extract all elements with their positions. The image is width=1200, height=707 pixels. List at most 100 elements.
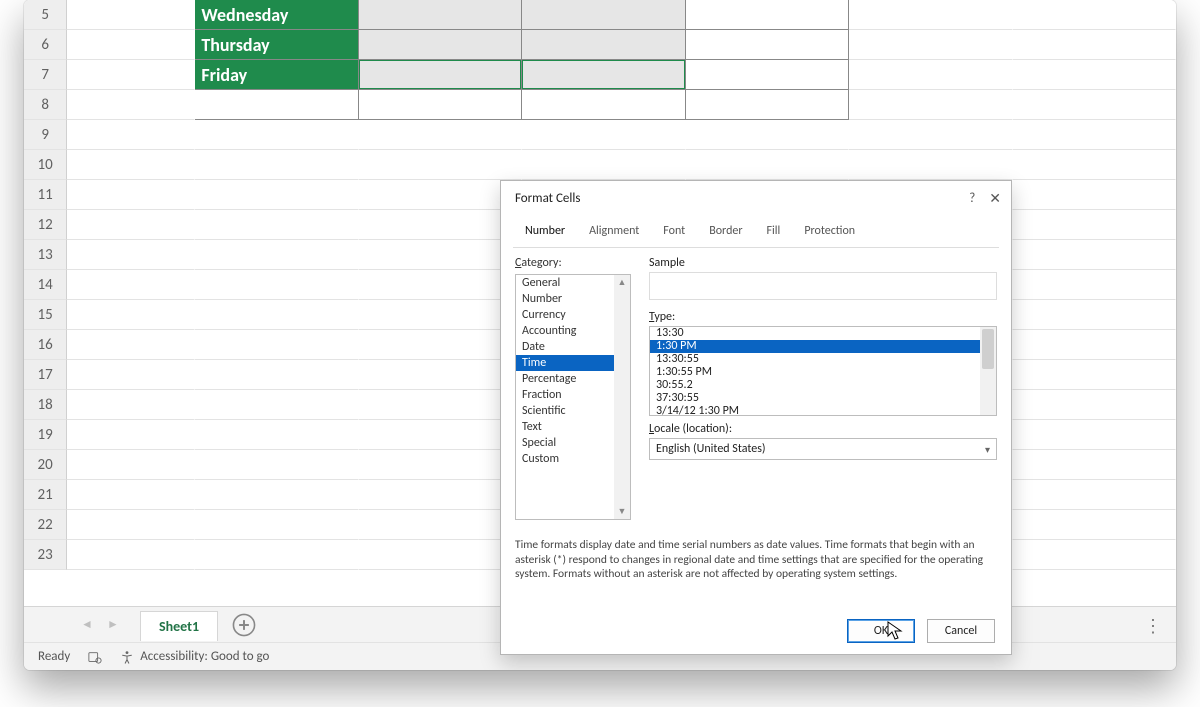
next-sheet-icon[interactable]: ►	[104, 616, 122, 634]
cell[interactable]	[195, 90, 358, 120]
help-icon[interactable]: ?	[969, 191, 975, 206]
ok-button[interactable]: OK	[847, 619, 915, 643]
cell[interactable]	[67, 450, 195, 480]
cell[interactable]	[359, 540, 522, 570]
cell[interactable]	[686, 30, 849, 60]
cell[interactable]	[67, 390, 195, 420]
cell[interactable]	[67, 30, 195, 60]
type-item[interactable]: 30:55.2	[650, 379, 980, 392]
scroll-down-icon[interactable]: ▼	[618, 506, 627, 517]
cell[interactable]	[195, 360, 358, 390]
cell-day[interactable]: Friday	[195, 60, 358, 90]
category-item[interactable]: Percentage	[516, 371, 614, 387]
cell[interactable]	[359, 240, 522, 270]
row-header[interactable]: 22	[24, 510, 67, 540]
category-item[interactable]: Custom	[516, 451, 614, 467]
close-icon[interactable]: ✕	[989, 190, 1001, 207]
tab-font[interactable]: Font	[651, 219, 697, 247]
cell[interactable]	[359, 510, 522, 540]
tab-fill[interactable]: Fill	[755, 219, 793, 247]
cell[interactable]	[67, 120, 195, 150]
cell[interactable]	[686, 0, 849, 30]
cell[interactable]	[67, 270, 195, 300]
cell[interactable]	[67, 360, 195, 390]
scrollbar[interactable]	[980, 327, 996, 415]
cell[interactable]	[1013, 330, 1176, 360]
category-item[interactable]: Fraction	[516, 387, 614, 403]
cell[interactable]	[67, 330, 195, 360]
category-item[interactable]: Number	[516, 291, 614, 307]
cell[interactable]	[67, 480, 195, 510]
row-header[interactable]: 18	[24, 390, 67, 420]
cell[interactable]	[359, 270, 522, 300]
category-item[interactable]: Date	[516, 339, 614, 355]
cell[interactable]	[195, 300, 358, 330]
row-header[interactable]: 13	[24, 240, 67, 270]
cell[interactable]	[359, 360, 522, 390]
cell-selected[interactable]	[522, 60, 685, 90]
cell[interactable]	[359, 420, 522, 450]
tab-alignment[interactable]: Alignment	[577, 219, 651, 247]
row-header[interactable]: 6	[24, 30, 67, 60]
cell[interactable]	[67, 300, 195, 330]
row-header[interactable]: 16	[24, 330, 67, 360]
cell[interactable]	[67, 540, 195, 570]
cell[interactable]	[195, 450, 358, 480]
category-item[interactable]: Scientific	[516, 403, 614, 419]
cell[interactable]	[67, 60, 195, 90]
cell[interactable]	[1013, 450, 1176, 480]
tab-number[interactable]: Number	[513, 219, 577, 247]
cell[interactable]	[1013, 0, 1176, 30]
cell[interactable]	[1013, 420, 1176, 450]
scrollbar[interactable]: ▲ ▼	[614, 275, 630, 519]
cell[interactable]	[359, 480, 522, 510]
type-item[interactable]: 1:30:55 PM	[650, 366, 980, 379]
cell[interactable]	[359, 150, 522, 180]
row-header[interactable]: 19	[24, 420, 67, 450]
add-sheet-button[interactable]	[230, 611, 258, 639]
row-header[interactable]: 5	[24, 0, 67, 30]
row-header[interactable]: 12	[24, 210, 67, 240]
cell[interactable]	[67, 210, 195, 240]
cell[interactable]	[67, 240, 195, 270]
cell[interactable]	[195, 270, 358, 300]
cell[interactable]	[1013, 480, 1176, 510]
cell[interactable]	[359, 330, 522, 360]
cell[interactable]	[67, 90, 195, 120]
row-header[interactable]: 17	[24, 360, 67, 390]
cell[interactable]	[686, 90, 849, 120]
cell[interactable]	[195, 480, 358, 510]
cell[interactable]	[195, 510, 358, 540]
cell-selected[interactable]	[359, 60, 522, 90]
cell[interactable]	[1013, 510, 1176, 540]
cell[interactable]	[1013, 270, 1176, 300]
cell-selected[interactable]	[522, 30, 685, 60]
cell[interactable]	[67, 0, 195, 30]
category-item[interactable]: Special	[516, 435, 614, 451]
category-item-selected[interactable]: Time	[516, 355, 614, 371]
cell[interactable]	[195, 420, 358, 450]
cell[interactable]	[359, 90, 522, 120]
cell[interactable]	[195, 390, 358, 420]
cell[interactable]	[1013, 390, 1176, 420]
cell[interactable]	[1013, 180, 1176, 210]
cell-day[interactable]: Thursday	[195, 30, 358, 60]
row-header[interactable]: 21	[24, 480, 67, 510]
row-header[interactable]: 23	[24, 540, 67, 570]
cell[interactable]	[359, 390, 522, 420]
category-item[interactable]: Accounting	[516, 323, 614, 339]
cell[interactable]	[195, 540, 358, 570]
more-options-icon[interactable]: ⋮	[1144, 615, 1164, 637]
tab-protection[interactable]: Protection	[792, 219, 867, 247]
cell[interactable]	[1013, 300, 1176, 330]
cell-day[interactable]: Wednesday	[195, 0, 358, 30]
cell[interactable]	[522, 150, 685, 180]
row-header[interactable]: 11	[24, 180, 67, 210]
cell[interactable]	[195, 210, 358, 240]
cancel-button[interactable]: Cancel	[927, 619, 995, 643]
cell[interactable]	[849, 90, 1012, 120]
category-listbox[interactable]: General Number Currency Accounting Date …	[515, 274, 631, 520]
cell[interactable]	[849, 60, 1012, 90]
cell[interactable]	[67, 150, 195, 180]
category-item[interactable]: Text	[516, 419, 614, 435]
